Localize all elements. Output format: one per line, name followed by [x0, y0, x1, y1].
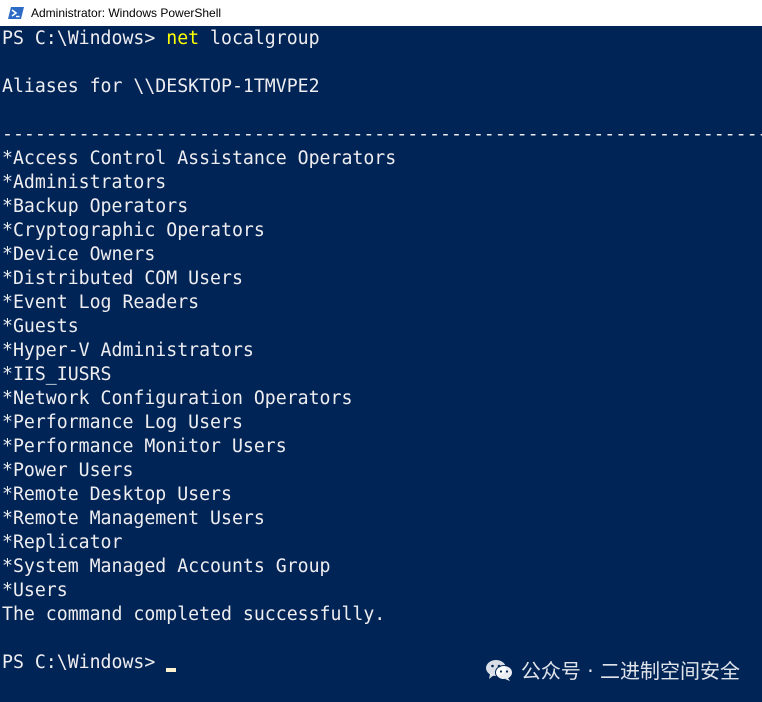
text-cursor — [166, 668, 177, 672]
powershell-icon — [8, 7, 24, 19]
group-item: *Cryptographic Operators — [2, 220, 265, 241]
command-args: localgroup — [199, 28, 320, 49]
group-item: *Replicator — [2, 532, 123, 553]
input-line[interactable]: PS C:\Windows> — [2, 651, 177, 675]
watermark-text: 公众号 · 二进制空间安全 — [520, 659, 740, 683]
group-item: *IIS_IUSRS — [2, 364, 112, 385]
group-item: *Performance Log Users — [2, 412, 243, 433]
command-line: PS C:\Windows> net localgroup — [2, 27, 320, 51]
group-item: *Power Users — [2, 460, 134, 481]
prompt: PS C:\Windows> — [2, 28, 167, 49]
group-item: *Remote Management Users — [2, 508, 265, 529]
group-item: *Access Control Assistance Operators — [2, 148, 397, 169]
title-bar[interactable]: Administrator: Windows PowerShell — [0, 0, 762, 26]
wechat-icon — [485, 659, 513, 681]
group-item: *Distributed COM Users — [2, 268, 243, 289]
group-item: *Event Log Readers — [2, 292, 200, 313]
group-item: *Guests — [2, 316, 79, 337]
window-title: Administrator: Windows PowerShell — [31, 6, 222, 20]
group-item: *Users — [2, 580, 68, 601]
console-output[interactable]: PS C:\Windows> net localgroup Aliases fo… — [2, 27, 762, 702]
command-name: net — [166, 28, 200, 49]
group-item: *Network Configuration Operators — [2, 388, 353, 409]
group-item: *System Managed Accounts Group — [2, 556, 331, 577]
group-item: *Device Owners — [2, 244, 156, 265]
completion-message: The command completed successfully. — [2, 604, 386, 625]
watermark: 公众号 · 二进制空间安全 — [485, 655, 740, 684]
prompt: PS C:\Windows> — [2, 652, 167, 673]
group-item: *Remote Desktop Users — [2, 484, 232, 505]
separator-line: ----------------------------------------… — [2, 124, 762, 145]
group-item: *Backup Operators — [2, 196, 189, 217]
group-item: *Performance Monitor Users — [2, 436, 287, 457]
group-item: *Hyper-V Administrators — [2, 340, 254, 361]
aliases-header: Aliases for \\DESKTOP-1TMVPE2 — [2, 76, 320, 97]
group-item: *Administrators — [2, 172, 167, 193]
